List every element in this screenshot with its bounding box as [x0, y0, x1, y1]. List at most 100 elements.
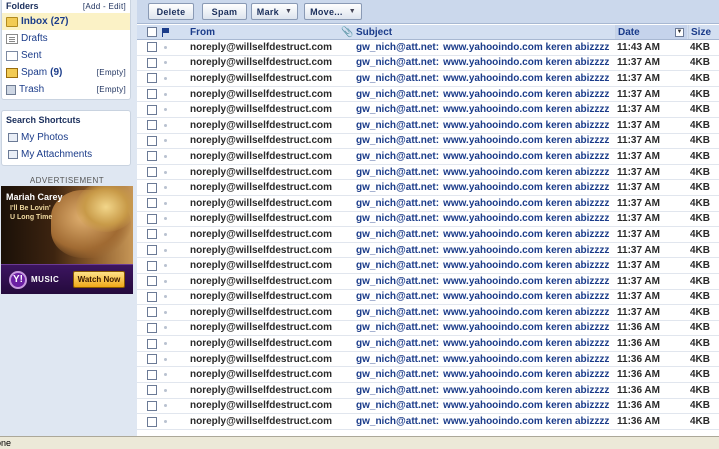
row-checkbox[interactable]: [147, 56, 159, 71]
subject[interactable]: gw_nich@att.net:www.yahooindo.com keren …: [356, 383, 614, 398]
row-checkbox[interactable]: [147, 118, 159, 133]
watch-now-button[interactable]: Watch Now: [73, 271, 125, 288]
row-flag[interactable]: [162, 258, 174, 273]
table-row[interactable]: noreply@willselfdestruct.com gw_nich@att.…: [137, 71, 719, 87]
move-button[interactable]: Move... ▼: [304, 3, 362, 20]
row-flag[interactable]: [162, 71, 174, 86]
spam-button[interactable]: Spam: [202, 3, 247, 20]
subject[interactable]: gw_nich@att.net:www.yahooindo.com keren …: [356, 71, 614, 86]
row-checkbox[interactable]: [147, 134, 159, 149]
folder-inbox[interactable]: Inbox (27): [2, 13, 130, 30]
subject[interactable]: gw_nich@att.net:www.yahooindo.com keren …: [356, 321, 614, 336]
subject[interactable]: gw_nich@att.net:www.yahooindo.com keren …: [356, 180, 614, 195]
table-row[interactable]: noreply@willselfdestruct.com gw_nich@att.…: [137, 274, 719, 290]
subject[interactable]: gw_nich@att.net:www.yahooindo.com keren …: [356, 243, 614, 258]
table-row[interactable]: noreply@willselfdestruct.com gw_nich@att.…: [137, 134, 719, 150]
row-flag[interactable]: [162, 352, 174, 367]
subject-column-header[interactable]: Subject: [356, 25, 614, 39]
folder-trash[interactable]: Trash [Empty]: [2, 81, 130, 98]
sender[interactable]: noreply@willselfdestruct.com: [190, 258, 340, 273]
row-flag[interactable]: [162, 118, 174, 133]
sender[interactable]: noreply@willselfdestruct.com: [190, 336, 340, 351]
row-flag[interactable]: [162, 40, 174, 55]
table-row[interactable]: noreply@willselfdestruct.com gw_nich@att.…: [137, 180, 719, 196]
sender[interactable]: noreply@willselfdestruct.com: [190, 321, 340, 336]
row-flag[interactable]: [162, 180, 174, 195]
sender[interactable]: noreply@willselfdestruct.com: [190, 352, 340, 367]
subject[interactable]: gw_nich@att.net:www.yahooindo.com keren …: [356, 290, 614, 305]
subject[interactable]: gw_nich@att.net:www.yahooindo.com keren …: [356, 149, 614, 164]
select-all-checkbox[interactable]: [147, 25, 159, 39]
table-row[interactable]: noreply@willselfdestruct.com gw_nich@att.…: [137, 227, 719, 243]
folders-add-edit-link[interactable]: [Add - Edit]: [83, 2, 126, 11]
sender[interactable]: noreply@willselfdestruct.com: [190, 40, 340, 55]
subject[interactable]: gw_nich@att.net:www.yahooindo.com keren …: [356, 399, 614, 414]
sort-desc-icon[interactable]: ▼: [675, 28, 684, 37]
row-checkbox[interactable]: [147, 196, 159, 211]
row-flag[interactable]: [162, 274, 174, 289]
subject[interactable]: gw_nich@att.net:www.yahooindo.com keren …: [356, 134, 614, 149]
table-row[interactable]: noreply@willselfdestruct.com gw_nich@att.…: [137, 367, 719, 384]
row-flag[interactable]: [162, 102, 174, 117]
row-checkbox[interactable]: [147, 352, 159, 367]
sender[interactable]: noreply@willselfdestruct.com: [190, 102, 340, 117]
subject[interactable]: gw_nich@att.net:www.yahooindo.com keren …: [356, 258, 614, 273]
table-row[interactable]: noreply@willselfdestruct.com gw_nich@att.…: [137, 383, 719, 399]
sender[interactable]: noreply@willselfdestruct.com: [190, 118, 340, 133]
row-flag[interactable]: [162, 227, 174, 242]
sender[interactable]: noreply@willselfdestruct.com: [190, 367, 340, 382]
date-column-header[interactable]: Date ▼: [615, 25, 687, 39]
table-row[interactable]: noreply@willselfdestruct.com gw_nich@att.…: [137, 336, 719, 352]
row-flag[interactable]: [162, 196, 174, 211]
table-row[interactable]: noreply@willselfdestruct.com gw_nich@att.…: [137, 414, 719, 430]
row-flag[interactable]: [162, 212, 174, 227]
sender[interactable]: noreply@willselfdestruct.com: [190, 383, 340, 398]
row-checkbox[interactable]: [147, 336, 159, 351]
subject[interactable]: gw_nich@att.net:www.yahooindo.com keren …: [356, 305, 614, 320]
table-row[interactable]: noreply@willselfdestruct.com gw_nich@att.…: [137, 305, 719, 321]
empty-folder-link[interactable]: [Empty]: [97, 68, 126, 77]
row-flag[interactable]: [162, 243, 174, 258]
row-checkbox[interactable]: [147, 227, 159, 242]
row-flag[interactable]: [162, 383, 174, 398]
table-row[interactable]: noreply@willselfdestruct.com gw_nich@att.…: [137, 290, 719, 306]
table-row[interactable]: noreply@willselfdestruct.com gw_nich@att.…: [137, 321, 719, 337]
row-checkbox[interactable]: [147, 165, 159, 180]
sender[interactable]: noreply@willselfdestruct.com: [190, 212, 340, 227]
sender[interactable]: noreply@willselfdestruct.com: [190, 227, 340, 242]
row-checkbox[interactable]: [147, 180, 159, 195]
mark-button[interactable]: Mark ▼: [251, 3, 298, 20]
sender[interactable]: noreply@willselfdestruct.com: [190, 165, 340, 180]
row-checkbox[interactable]: [147, 414, 159, 429]
row-checkbox[interactable]: [147, 40, 159, 55]
row-flag[interactable]: [162, 87, 174, 102]
row-flag[interactable]: [162, 321, 174, 336]
subject[interactable]: gw_nich@att.net:www.yahooindo.com keren …: [356, 165, 614, 180]
subject[interactable]: gw_nich@att.net:www.yahooindo.com keren …: [356, 118, 614, 133]
table-row[interactable]: noreply@willselfdestruct.com gw_nich@att.…: [137, 352, 719, 368]
row-flag[interactable]: [162, 414, 174, 429]
row-flag[interactable]: [162, 134, 174, 149]
sender[interactable]: noreply@willselfdestruct.com: [190, 290, 340, 305]
table-row[interactable]: noreply@willselfdestruct.com gw_nich@att.…: [137, 40, 719, 56]
table-row[interactable]: noreply@willselfdestruct.com gw_nich@att.…: [137, 102, 719, 118]
table-row[interactable]: noreply@willselfdestruct.com gw_nich@att.…: [137, 87, 719, 103]
sender[interactable]: noreply@willselfdestruct.com: [190, 87, 340, 102]
subject[interactable]: gw_nich@att.net:www.yahooindo.com keren …: [356, 56, 614, 71]
subject[interactable]: gw_nich@att.net:www.yahooindo.com keren …: [356, 102, 614, 117]
subject[interactable]: gw_nich@att.net:www.yahooindo.com keren …: [356, 196, 614, 211]
subject[interactable]: gw_nich@att.net:www.yahooindo.com keren …: [356, 87, 614, 102]
row-checkbox[interactable]: [147, 243, 159, 258]
subject[interactable]: gw_nich@att.net:www.yahooindo.com keren …: [356, 227, 614, 242]
flag-column-header[interactable]: [162, 25, 174, 39]
empty-folder-link[interactable]: [Empty]: [97, 85, 126, 94]
row-checkbox[interactable]: [147, 321, 159, 336]
shortcut-my-photos[interactable]: My Photos: [2, 129, 130, 146]
subject[interactable]: gw_nich@att.net:www.yahooindo.com keren …: [356, 336, 614, 351]
sender[interactable]: noreply@willselfdestruct.com: [190, 196, 340, 211]
row-flag[interactable]: [162, 399, 174, 414]
table-row[interactable]: noreply@willselfdestruct.com gw_nich@att.…: [137, 118, 719, 134]
delete-button[interactable]: Delete: [148, 3, 194, 20]
sender[interactable]: noreply@willselfdestruct.com: [190, 71, 340, 86]
row-flag[interactable]: [162, 290, 174, 305]
